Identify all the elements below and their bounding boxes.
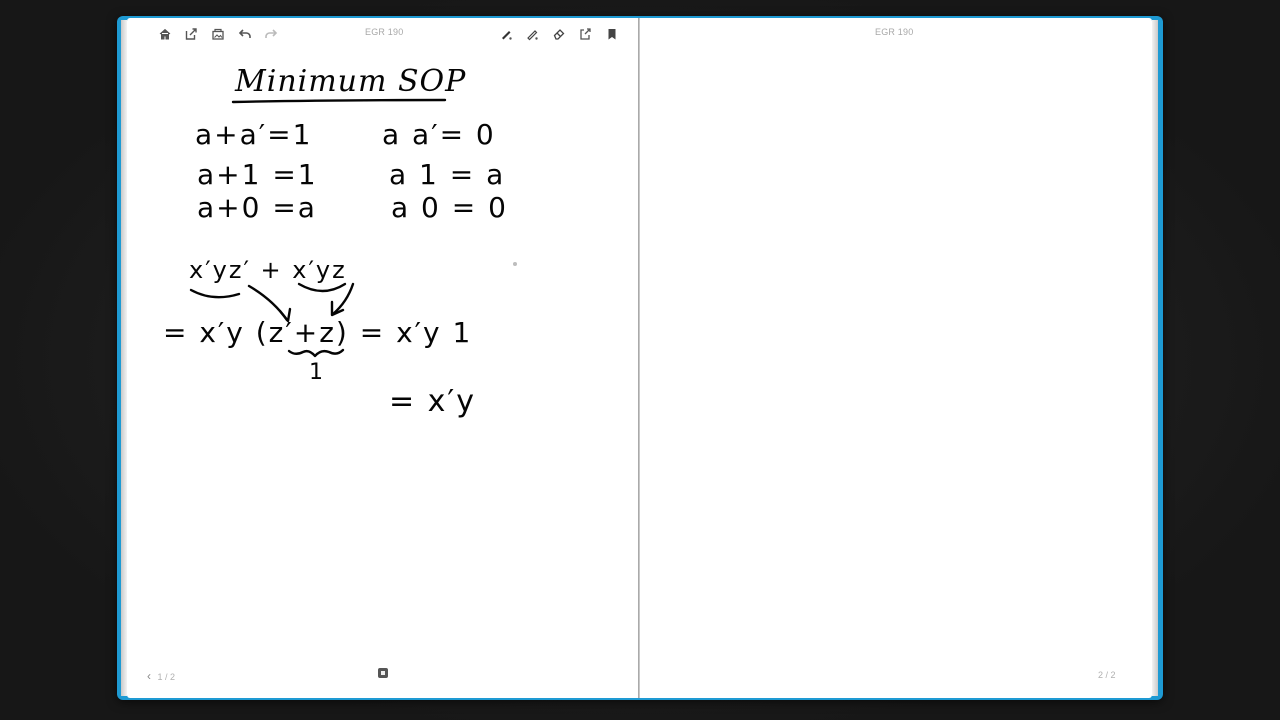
chevron-left-icon: ‹ [147, 669, 151, 683]
notebook: EGR 190 Minimum SOP a+a′=1 a+1 =1 a+0 =a [117, 16, 1163, 700]
page-edge-right [1152, 20, 1158, 696]
page-title: EGR 190 [875, 27, 914, 37]
page-counter: 2 / 2 [1098, 670, 1116, 680]
page-thumbnail-button[interactable] [378, 668, 388, 678]
app-background: EGR 190 Minimum SOP a+a′=1 a+1 =1 a+0 =a [0, 0, 1280, 720]
left-page[interactable]: EGR 190 Minimum SOP a+a′=1 a+1 =1 a+0 =a [127, 18, 638, 698]
page-counter: 1 / 2 [157, 672, 176, 682]
factor-arrow [247, 284, 289, 322]
ink-strokes [189, 98, 447, 358]
term-underarc [297, 282, 347, 293]
under-brace [287, 348, 345, 358]
right-page[interactable]: EGR 190 2 / 2 [640, 18, 1152, 698]
cursor-dot [513, 262, 517, 266]
square-icon [381, 671, 385, 675]
heading-underline [231, 98, 447, 104]
term-underarc [189, 288, 241, 299]
page-nav-prev[interactable]: ‹ 1 / 2 [147, 669, 175, 683]
